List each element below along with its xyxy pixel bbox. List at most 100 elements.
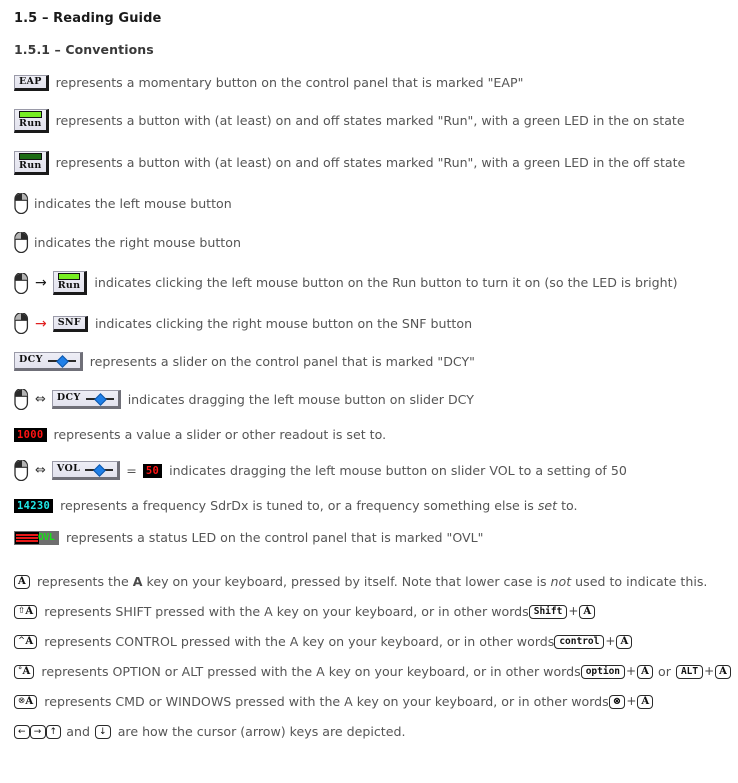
run-button-off[interactable]: Run: [14, 151, 49, 175]
left-mouse-icon: [14, 388, 29, 411]
ovl-label: OVL: [38, 531, 55, 543]
legend-row-left-mouse: indicates the left mouse button: [14, 192, 738, 215]
led-indicator-off: [19, 153, 42, 160]
key-cmd-a-description: represents CMD or WINDOWS pressed with t…: [44, 694, 609, 710]
left-mouse-icon: [14, 271, 29, 294]
legend-row-key-option-a: ° A represents OPTION or ALT pressed with…: [14, 665, 738, 679]
run-button-off-description: represents a button with (at least) on a…: [55, 155, 686, 171]
eap-button-label: EAP: [19, 76, 42, 87]
key-a-text-italic: not: [550, 574, 572, 590]
run-button-on[interactable]: Run: [14, 109, 49, 133]
vol-slider-label: VOL: [56, 463, 81, 475]
dcy-slider-description: represents a slider on the control panel…: [89, 353, 475, 369]
key-cmd-a-label: A: [25, 696, 34, 707]
legend-row-drag-dcy-slider: ⇔ DCY indicates dragging the left mouse …: [14, 388, 738, 411]
ovl-level-bars: [15, 532, 39, 544]
key-arrow-right: →: [29, 725, 46, 739]
plus-sign: +: [605, 634, 616, 649]
ovl-bar: [16, 534, 38, 536]
cmd-modifier-icon: ⊗: [18, 696, 26, 707]
snf-button[interactable]: SNF: [52, 315, 88, 332]
key-cmd-a: ⊗ A: [14, 695, 38, 709]
right-click-snf-description: indicates clicking the right mouse butto…: [94, 315, 473, 331]
key-a-label: A: [641, 666, 650, 677]
plus-sign: +: [626, 664, 637, 679]
slider-knob[interactable]: [93, 463, 107, 477]
legend-row-key-cmd-a: ⊗ A represents CMD or WINDOWS pressed wit…: [14, 695, 738, 709]
drag-dcy-description: indicates dragging the left mouse button…: [127, 391, 474, 407]
legend-row-ovl-status-led: OVL represents a status LED on the contr…: [14, 531, 738, 545]
key-a-text-before: represents the: [36, 574, 133, 590]
key-arrow-down-label: ↓: [98, 726, 107, 737]
dcy-slider[interactable]: DCY: [14, 352, 83, 371]
key-a-label: A: [719, 666, 728, 677]
key-shift-word-label: Shift: [533, 606, 563, 618]
frequency-readout: 14230: [14, 499, 54, 513]
document-page: 1.5 – Reading Guide 1.5.1 – Conventions …: [0, 0, 738, 739]
key-control-word: control: [554, 635, 605, 649]
dcy-slider[interactable]: DCY: [51, 390, 121, 409]
dcy-slider-label: DCY: [56, 392, 81, 404]
value-readout-description: represents a value a slider or other rea…: [53, 427, 387, 443]
run-button-on-description: represents a button with (at least) on a…: [55, 113, 685, 129]
left-mouse-icon: [14, 459, 29, 482]
slider-track[interactable]: [85, 463, 114, 477]
key-shift-a-description: represents SHIFT pressed with the A key …: [44, 604, 529, 620]
led-indicator-on: [57, 273, 81, 280]
key-a-label: A: [641, 696, 650, 707]
right-mouse-description: indicates the right mouse button: [34, 234, 241, 250]
run-button-on[interactable]: Run: [52, 271, 88, 295]
run-button-off-label: Run: [19, 160, 42, 171]
key-a: A: [715, 665, 732, 679]
key-a-label: A: [620, 636, 629, 647]
legend-row-readout-value: 1000 represents a value a slider or othe…: [14, 428, 738, 442]
drag-arrow-icon: ⇔: [35, 392, 46, 407]
legend-row-key-control-a: ^ A represents CONTROL pressed with the A…: [14, 635, 738, 649]
arrow-right-red-icon: →: [35, 315, 47, 332]
slider-knob[interactable]: [93, 392, 107, 406]
legend-row-dcy-slider: DCY represents a slider on the control p…: [14, 352, 738, 371]
key-shift-word: Shift: [528, 605, 568, 619]
key-option-a-label: A: [22, 666, 31, 677]
legend-row-key-a: A represents the A key on your keyboard,…: [14, 575, 738, 589]
key-a-label: A: [18, 576, 26, 587]
shift-modifier-icon: ⇧: [18, 606, 26, 617]
key-arrow-left: ←: [14, 725, 30, 739]
eap-button[interactable]: EAP: [14, 75, 49, 91]
vol-slider[interactable]: VOL: [51, 461, 121, 480]
value-readout: 1000: [14, 428, 47, 442]
cursor-keys-description: are how the cursor (arrow) keys are depi…: [117, 724, 406, 740]
slider-track[interactable]: [47, 354, 76, 368]
legend-row-right-mouse: indicates the right mouse button: [14, 231, 738, 254]
slider-knob[interactable]: [55, 354, 69, 368]
key-a-label: A: [583, 606, 592, 617]
key-alt-word: ALT: [675, 665, 704, 679]
plus-sign: +: [568, 604, 579, 619]
key-shift-a-label: A: [25, 606, 34, 617]
led-indicator-on: [19, 111, 42, 118]
key-control-word-label: control: [559, 636, 600, 648]
frequency-text-italic: set: [537, 498, 558, 514]
equals-sign: =: [126, 462, 137, 478]
legend-row-run-button-on: Run represents a button with (at least) …: [14, 109, 738, 133]
slider-track[interactable]: [85, 392, 114, 406]
key-control-a-label: A: [25, 636, 34, 647]
key-option-a: ° A: [14, 665, 35, 679]
arrow-right-icon: →: [35, 275, 47, 291]
key-option-word: option: [580, 665, 626, 679]
drag-vol-description: indicates dragging the left mouse button…: [169, 462, 627, 478]
key-arrow-right-label: →: [33, 726, 42, 737]
legend-row-cursor-keys: ← → ↑ and ↓ are how the cursor (arrow) k…: [14, 725, 738, 739]
legend-row-eap-button: EAP represents a momentary button on the…: [14, 75, 738, 91]
plus-sign: +: [704, 664, 715, 679]
key-control-a-description: represents CONTROL pressed with the A ke…: [44, 634, 555, 650]
run-button-on-label: Run: [19, 118, 42, 129]
value-readout: 50: [142, 463, 163, 478]
key-option-a-description: represents OPTION or ALT pressed with th…: [41, 664, 581, 680]
key-a: A: [637, 665, 654, 679]
frequency-text-before: represents a frequency SdrDx is tuned to…: [60, 498, 538, 514]
run-button-label: Run: [57, 280, 81, 291]
ovl-bar: [16, 540, 38, 542]
key-cmd: ⊗: [608, 695, 626, 709]
section-title: 1.5.1 – Conventions: [14, 42, 154, 57]
